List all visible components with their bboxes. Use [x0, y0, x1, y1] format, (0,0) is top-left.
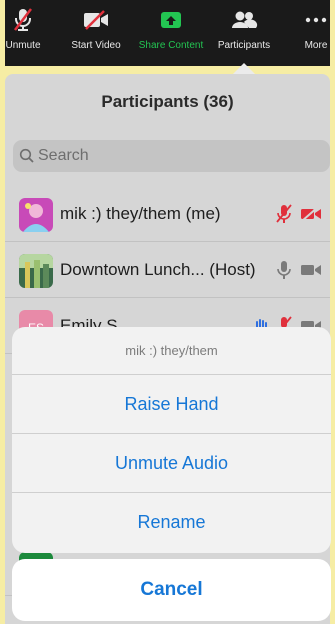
share-content-button[interactable]: Share Content: [135, 0, 207, 66]
mic-icon: [277, 261, 291, 279]
unmute-label: Unmute: [5, 40, 41, 51]
search-placeholder: Search: [38, 147, 89, 164]
meeting-toolbar: Unmute Start Video Share Content Partici…: [5, 0, 330, 66]
participants-button[interactable]: Participants: [211, 0, 277, 66]
action-sheet: mik :) they/them Raise Hand Unmute Audio…: [12, 327, 331, 553]
participants-label: Participants: [217, 40, 271, 51]
search-input[interactable]: Search: [13, 140, 330, 172]
start-video-button[interactable]: Start Video: [67, 0, 125, 66]
more-label: More: [304, 40, 328, 51]
cancel-button[interactable]: Cancel: [12, 559, 331, 621]
avatar: [19, 198, 53, 232]
participant-row[interactable]: mik :) they/them (me): [5, 186, 330, 242]
mic-muted-icon: [276, 204, 292, 223]
raise-hand-button[interactable]: Raise Hand: [12, 375, 331, 434]
avatar: [19, 254, 53, 288]
mic-muted-icon: [12, 0, 34, 40]
rename-button[interactable]: Rename: [12, 493, 331, 552]
more-dots-icon: [305, 0, 327, 40]
more-button[interactable]: More: [301, 0, 331, 66]
video-off-icon: [301, 206, 321, 222]
participant-name: Downtown Lunch... (Host): [60, 260, 256, 279]
participants-icon: [230, 0, 258, 40]
participant-name: mik :) they/them (me): [60, 204, 221, 223]
action-sheet-title: mik :) they/them: [12, 327, 331, 375]
video-off-icon: [82, 0, 110, 40]
unmute-button[interactable]: Unmute: [5, 0, 41, 66]
unmute-audio-button[interactable]: Unmute Audio: [12, 434, 331, 493]
video-icon: [301, 265, 321, 275]
search-icon: [19, 148, 34, 163]
start-video-label: Start Video: [71, 40, 121, 51]
share-content-label: Share Content: [138, 40, 204, 51]
panel-title: Participants (36): [101, 92, 234, 111]
share-arrow-icon: [159, 0, 183, 40]
participant-row[interactable]: Downtown Lunch... (Host): [5, 242, 330, 298]
